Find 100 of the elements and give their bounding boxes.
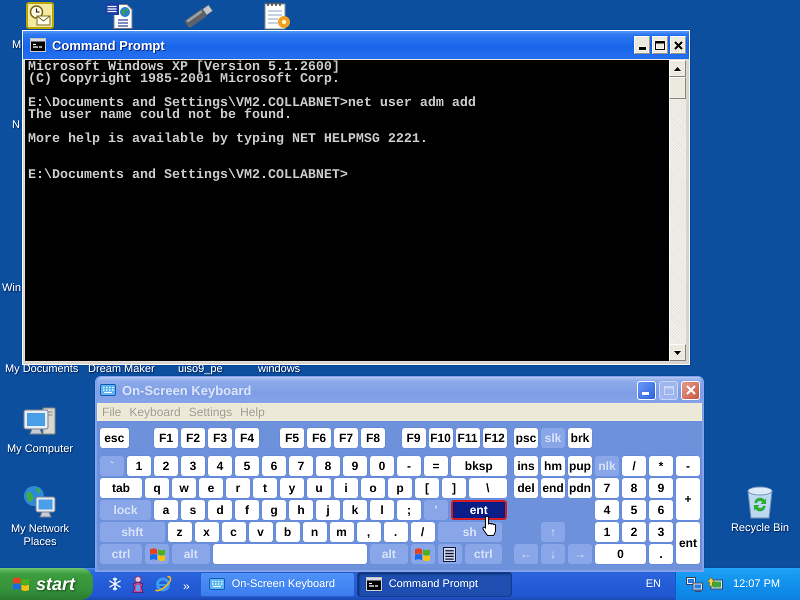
keycap[interactable]: F2 (181, 428, 205, 448)
keycap[interactable]: pup (568, 456, 592, 476)
keycap[interactable]: d (208, 500, 232, 520)
keycap[interactable]: 4 (595, 500, 619, 520)
keycap[interactable]: F10 (428, 428, 452, 448)
keycap[interactable]: 5 (235, 456, 259, 476)
keycap[interactable]: del (514, 478, 538, 498)
keycap[interactable]: u (307, 478, 331, 498)
close-button[interactable] (670, 36, 686, 54)
keycap[interactable]: v (248, 522, 272, 542)
keycap[interactable]: 2 (622, 522, 646, 542)
keycap[interactable]: 9 (649, 478, 673, 498)
keycap[interactable]: 5 (622, 500, 646, 520)
scrollbar[interactable] (669, 60, 686, 361)
keycap[interactable]: s (181, 500, 205, 520)
usb-stick-icon[interactable] (183, 3, 215, 28)
keycap[interactable]: z (168, 522, 192, 542)
keycap[interactable]: h (289, 500, 313, 520)
clock-envelope-icon[interactable] (26, 2, 54, 29)
keycap[interactable]: F9 (402, 428, 426, 448)
keycap[interactable]: j (316, 500, 340, 520)
keycap[interactable]: F12 (482, 428, 506, 448)
ring-orbit-icon[interactable] (154, 576, 172, 592)
keycap[interactable]: . (649, 544, 673, 564)
keycap[interactable]: ins (514, 456, 538, 476)
keycap[interactable]: 0 (370, 456, 394, 476)
snowflake-icon[interactable] (108, 577, 122, 591)
keycap[interactable]: ] (442, 478, 466, 498)
keycap[interactable]: * (649, 456, 673, 476)
taskbar-button[interactable]: Command Prompt (356, 572, 512, 596)
keycap[interactable]: hm (541, 456, 565, 476)
keycap[interactable]: 7 (595, 478, 619, 498)
keycap[interactable]: a (154, 500, 178, 520)
keycap[interactable]: 4 (208, 456, 232, 476)
keycap[interactable]: 3 (181, 456, 205, 476)
keycap[interactable]: 8 (622, 478, 646, 498)
keycap[interactable]: [ (415, 478, 439, 498)
monitors-icon[interactable] (686, 576, 703, 592)
keycap[interactable]: bksp (451, 456, 506, 476)
keycap[interactable]: o (361, 478, 385, 498)
keycap[interactable]: / (410, 522, 434, 542)
keycap[interactable]: - (676, 456, 700, 476)
scroll-up-button[interactable] (669, 60, 686, 77)
keycap[interactable]: x (194, 522, 218, 542)
keycap[interactable]: e (199, 478, 223, 498)
keycap[interactable]: 3 (649, 522, 673, 542)
keycap[interactable]: brk (568, 428, 592, 448)
monitor-arrow-icon[interactable] (707, 576, 723, 592)
keycap[interactable]: tab (100, 478, 142, 498)
overflow-button[interactable]: » (183, 580, 190, 592)
keycap[interactable]: esc (100, 428, 128, 448)
keycap[interactable]: i (334, 478, 358, 498)
keycap[interactable]: F1 (154, 428, 178, 448)
keycap[interactable]: , (356, 522, 380, 542)
keycap[interactable]: c (222, 522, 246, 542)
keycap[interactable]: ent (451, 500, 506, 520)
keycap[interactable]: . (384, 522, 408, 542)
keycap[interactable]: t (253, 478, 277, 498)
keycap[interactable]: g (262, 500, 286, 520)
keycap[interactable]: 9 (343, 456, 367, 476)
keycap[interactable]: 7 (289, 456, 313, 476)
keycap[interactable]: F7 (334, 428, 358, 448)
keycap[interactable]: 6 (649, 500, 673, 520)
keycap[interactable]: ; (397, 500, 421, 520)
notepad-icon[interactable] (263, 1, 291, 30)
menu-key[interactable] (438, 544, 462, 564)
keycap[interactable]: p (388, 478, 412, 498)
keycap[interactable]: w (172, 478, 196, 498)
keycap[interactable]: - (397, 456, 421, 476)
keycap[interactable]: F8 (361, 428, 385, 448)
flag-key[interactable] (145, 544, 169, 564)
keycap[interactable]: / (622, 456, 646, 476)
keycap[interactable]: b (276, 522, 300, 542)
keycap[interactable]: 1 (127, 456, 151, 476)
keycap[interactable]: \ (469, 478, 506, 498)
keycap[interactable]: q (145, 478, 169, 498)
keycap[interactable]: f (235, 500, 259, 520)
keycap[interactable]: + (676, 478, 700, 520)
language-indicator[interactable]: EN (646, 578, 661, 590)
keycap[interactable]: F6 (307, 428, 331, 448)
keycap[interactable]: n (302, 522, 326, 542)
globe-computer-icon[interactable] (22, 484, 58, 520)
keycap[interactable]: F5 (280, 428, 304, 448)
keycap[interactable]: 8 (316, 456, 340, 476)
keycap[interactable]: = (424, 456, 448, 476)
keycap[interactable]: 6 (262, 456, 286, 476)
keycap[interactable]: 1 (595, 522, 619, 542)
keycap[interactable]: pdn (568, 478, 592, 498)
keycap[interactable]: y (280, 478, 304, 498)
keycap[interactable]: l (370, 500, 394, 520)
scroll-down-button[interactable] (669, 344, 686, 361)
keycap[interactable]: F11 (456, 428, 480, 448)
keycap[interactable]: r (226, 478, 250, 498)
keycap[interactable]: end (541, 478, 565, 498)
keycap[interactable]: 2 (154, 456, 178, 476)
keycap[interactable]: F3 (208, 428, 232, 448)
keycap[interactable]: 0 (595, 544, 646, 564)
keycap[interactable]: k (343, 500, 367, 520)
keycap[interactable]: psc (514, 428, 538, 448)
start-button[interactable]: start (0, 568, 93, 600)
